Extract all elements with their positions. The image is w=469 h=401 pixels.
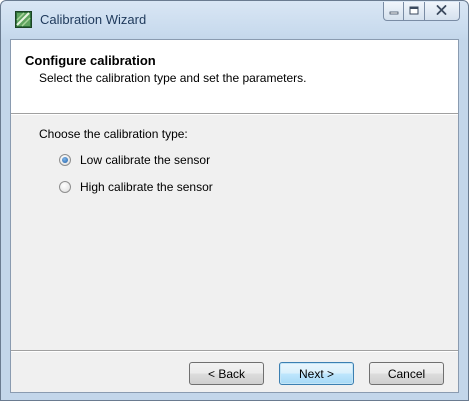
- caption-buttons: [383, 2, 460, 22]
- wizard-header: Configure calibration Select the calibra…: [11, 40, 458, 113]
- radio-label[interactable]: High calibrate the sensor: [80, 180, 213, 194]
- back-button[interactable]: < Back: [189, 362, 264, 385]
- maximize-button[interactable]: [404, 2, 425, 21]
- calibration-wizard-window: Calibration Wizard Configure calibration: [0, 0, 469, 401]
- minimize-button[interactable]: [383, 2, 405, 21]
- footer-divider: [11, 350, 458, 352]
- page-title: Configure calibration: [25, 53, 156, 68]
- window-title: Calibration Wizard: [40, 12, 147, 27]
- title-bar[interactable]: Calibration Wizard: [1, 1, 468, 35]
- radio-button-checked[interactable]: [59, 154, 71, 166]
- next-button[interactable]: Next >: [279, 362, 354, 385]
- calibration-type-prompt: Choose the calibration type:: [39, 127, 188, 141]
- page-subtitle: Select the calibration type and set the …: [39, 71, 307, 85]
- maximize-icon: [409, 2, 419, 20]
- cancel-button[interactable]: Cancel: [369, 362, 444, 385]
- radio-high-calibrate[interactable]: High calibrate the sensor: [59, 179, 213, 195]
- wizard-client-area: Configure calibration Select the calibra…: [10, 39, 459, 393]
- minimize-icon: [389, 2, 399, 20]
- close-button[interactable]: [424, 2, 460, 21]
- close-icon: [436, 2, 447, 20]
- radio-label[interactable]: Low calibrate the sensor: [80, 153, 210, 167]
- radio-low-calibrate[interactable]: Low calibrate the sensor: [59, 152, 210, 168]
- calibration-wizard-icon: [15, 11, 32, 28]
- radio-button-unchecked[interactable]: [59, 181, 71, 193]
- header-divider: [11, 113, 458, 115]
